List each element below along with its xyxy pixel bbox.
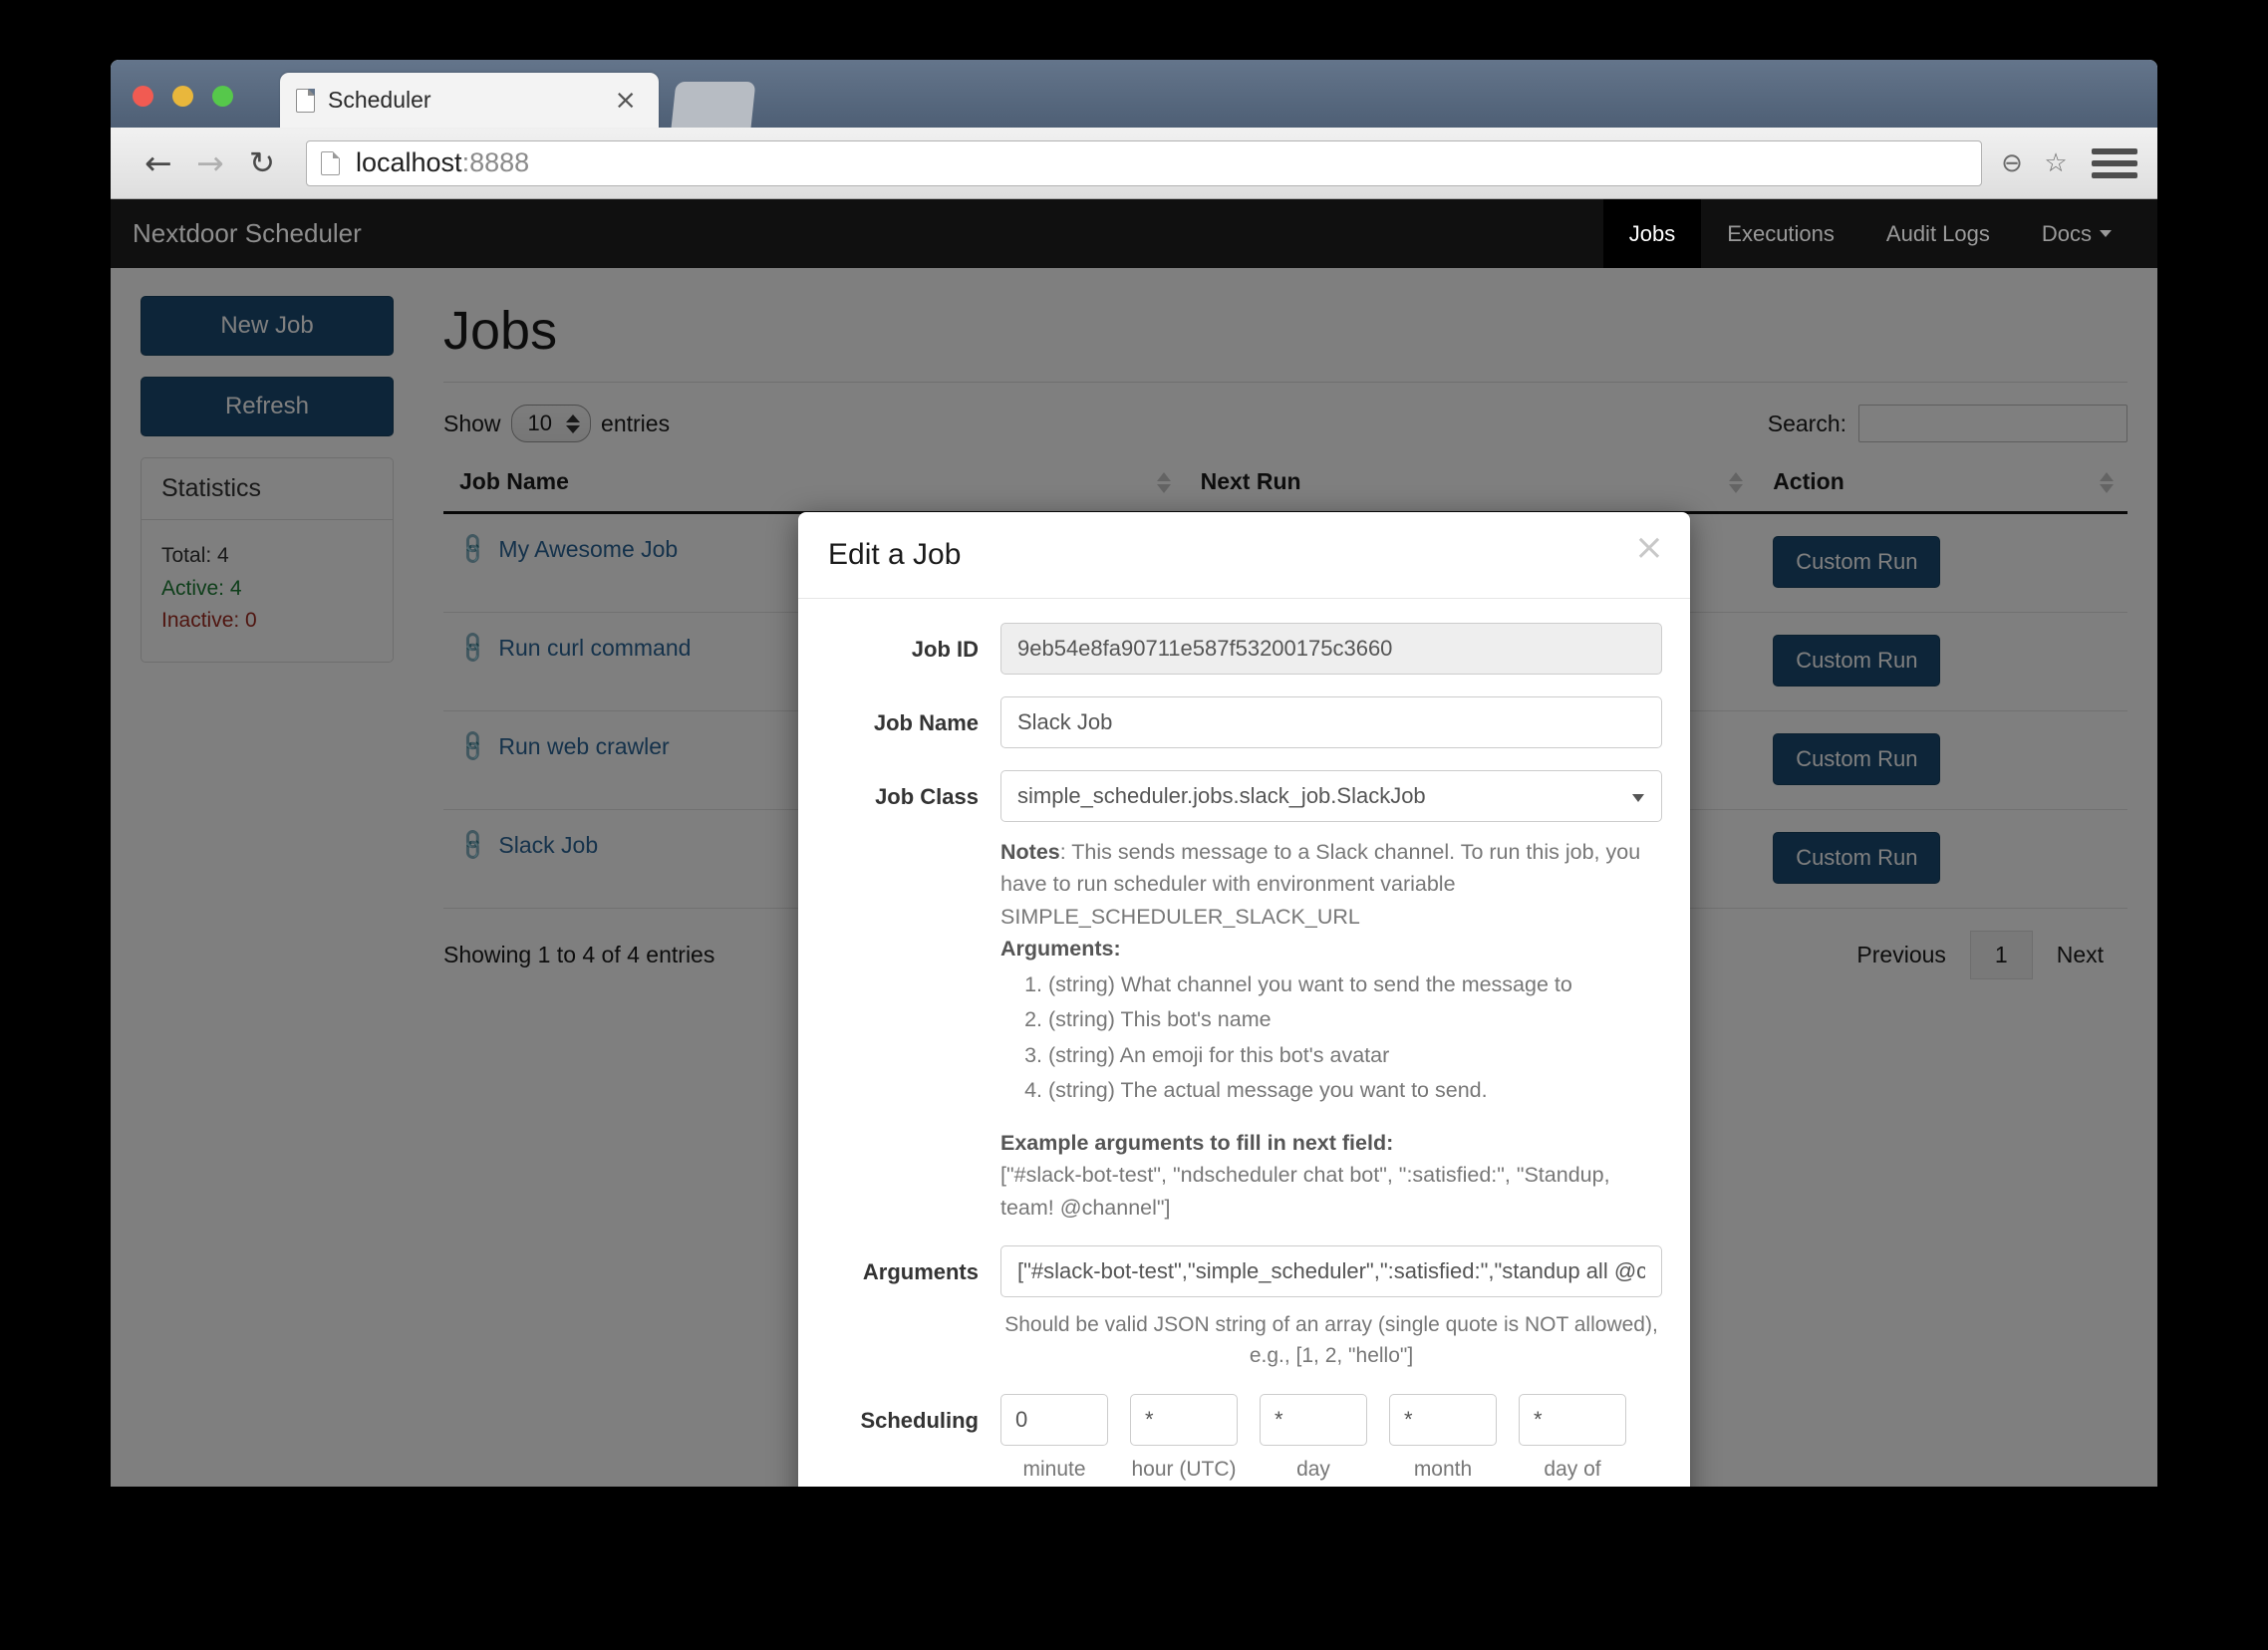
job-id-input [1000, 623, 1662, 675]
modal-title: Edit a Job [828, 538, 962, 571]
field-scheduling: Scheduling minute hour (UTC) [826, 1393, 1662, 1487]
cron-minute: minute [1000, 1393, 1108, 1487]
close-icon[interactable]: × [1634, 530, 1664, 566]
arguments-help-text: Should be valid JSON string of an array … [1004, 1312, 1658, 1368]
app-brand[interactable]: Nextdoor Scheduler [133, 218, 362, 249]
example-heading-label: Example arguments to fill in next field: [1000, 1131, 1394, 1155]
forward-icon[interactable]: → [184, 143, 236, 182]
job-class-select[interactable] [1000, 770, 1662, 822]
window-controls [133, 86, 233, 107]
cron-month: month [1389, 1393, 1497, 1487]
nav-item-docs-label: Docs [2041, 220, 2092, 246]
address-bar[interactable]: localhost:8888 [306, 139, 1982, 186]
scheduling-label: Scheduling [860, 1407, 979, 1433]
url-host: localhost [356, 147, 462, 177]
nav-item-executions[interactable]: Executions [1701, 199, 1860, 268]
browser-toolbar: ← → ↻ localhost:8888 ⊖ ☆ [111, 128, 2157, 199]
app-nav-links: Jobs Executions Audit Logs Docs [1602, 199, 2137, 268]
url-port: :8888 [461, 147, 530, 177]
browser-window: Scheduler × ← → ↻ localhost:8888 ⊖ ☆ Nex… [111, 60, 2157, 1487]
cron-day-of-week: day of week [1519, 1393, 1626, 1487]
zoom-out-icon[interactable]: ⊖ [1990, 147, 2034, 178]
list-item: (string) What channel you want to send t… [1048, 968, 1662, 1000]
minimize-window-button[interactable] [172, 86, 193, 107]
app-navbar: Nextdoor Scheduler Jobs Executions Audit… [111, 199, 2157, 268]
browser-tabstrip: Scheduler × [111, 60, 2157, 128]
arguments-list: (string) What channel you want to send t… [1000, 968, 1662, 1106]
field-job-class: Job Class Notes: This sends message to a… [826, 770, 1662, 1224]
bookmark-star-icon[interactable]: ☆ [2034, 147, 2078, 178]
cron-day-input[interactable] [1260, 1393, 1367, 1446]
web-app: Nextdoor Scheduler Jobs Executions Audit… [111, 199, 2157, 1487]
job-id-label: Job ID [911, 637, 979, 662]
notes-text: : This sends message to a Slack channel.… [1000, 840, 1641, 929]
browser-tab[interactable]: Scheduler × [280, 73, 659, 128]
tab-title: Scheduler [328, 87, 431, 113]
cron-hour: hour (UTC) [1130, 1393, 1238, 1487]
job-class-select-wrap [1000, 770, 1662, 822]
back-icon[interactable]: ← [133, 143, 184, 182]
cron-day: day [1260, 1393, 1367, 1487]
list-item: (string) This bot's name [1048, 1003, 1662, 1035]
menu-icon[interactable] [2092, 147, 2137, 178]
close-icon[interactable]: × [608, 87, 643, 114]
page-icon [321, 150, 340, 175]
modal-body: Job ID Job Name Job Class [798, 599, 1690, 1487]
arguments-heading: Arguments: [1000, 933, 1662, 964]
chevron-down-icon [2100, 230, 2112, 237]
app-body: New Job Refresh Statistics Total: 4 Acti… [111, 268, 2157, 1487]
notes-label: Notes [1000, 840, 1060, 864]
arguments-heading-label: Arguments: [1000, 936, 1121, 961]
nav-item-docs[interactable]: Docs [2016, 199, 2137, 268]
list-item: (string) The actual message you want to … [1048, 1074, 1662, 1106]
job-name-label: Job Name [873, 710, 979, 735]
cron-hour-caption: hour (UTC) [1131, 1457, 1237, 1481]
cron-day-caption: day [1296, 1457, 1330, 1481]
job-class-notes: Notes: This sends message to a Slack cha… [1000, 836, 1662, 1224]
cron-minute-caption: minute [1022, 1457, 1086, 1481]
list-item: (string) An emoji for this bot's avatar [1048, 1039, 1662, 1071]
maximize-window-button[interactable] [212, 86, 233, 107]
cron-hour-input[interactable] [1130, 1393, 1238, 1446]
reload-icon[interactable]: ↻ [236, 145, 288, 181]
url-text: localhost:8888 [356, 147, 529, 178]
job-name-input[interactable] [1000, 696, 1662, 748]
nav-item-jobs[interactable]: Jobs [1602, 199, 1702, 268]
modal-header: Edit a Job × [798, 512, 1690, 599]
new-tab-button[interactable] [671, 82, 756, 128]
nav-item-audit-logs[interactable]: Audit Logs [1860, 199, 2016, 268]
cron-month-input[interactable] [1389, 1393, 1497, 1446]
page-icon [296, 88, 315, 113]
cron-day-of-week-input[interactable] [1519, 1393, 1626, 1446]
edit-job-modal: Edit a Job × Job ID Job Name [798, 512, 1690, 1487]
field-job-name: Job Name [826, 696, 1662, 748]
arguments-input[interactable] [1000, 1244, 1662, 1297]
arguments-label: Arguments [862, 1258, 979, 1284]
cron-minute-input[interactable] [1000, 1393, 1108, 1446]
close-window-button[interactable] [133, 86, 153, 107]
job-class-label: Job Class [875, 784, 979, 809]
field-arguments: Arguments Should be valid JSON string of… [826, 1244, 1662, 1372]
example-heading: Example arguments to fill in next field: [1000, 1127, 1662, 1159]
example-arguments-value: ["#slack-bot-test", "ndscheduler chat bo… [1000, 1163, 1610, 1220]
field-job-id: Job ID [826, 623, 1662, 675]
cron-month-caption: month [1413, 1457, 1473, 1481]
cron-fields: minute hour (UTC) day [1000, 1393, 1662, 1487]
cron-day-of-week-caption: day of week [1544, 1457, 1601, 1487]
